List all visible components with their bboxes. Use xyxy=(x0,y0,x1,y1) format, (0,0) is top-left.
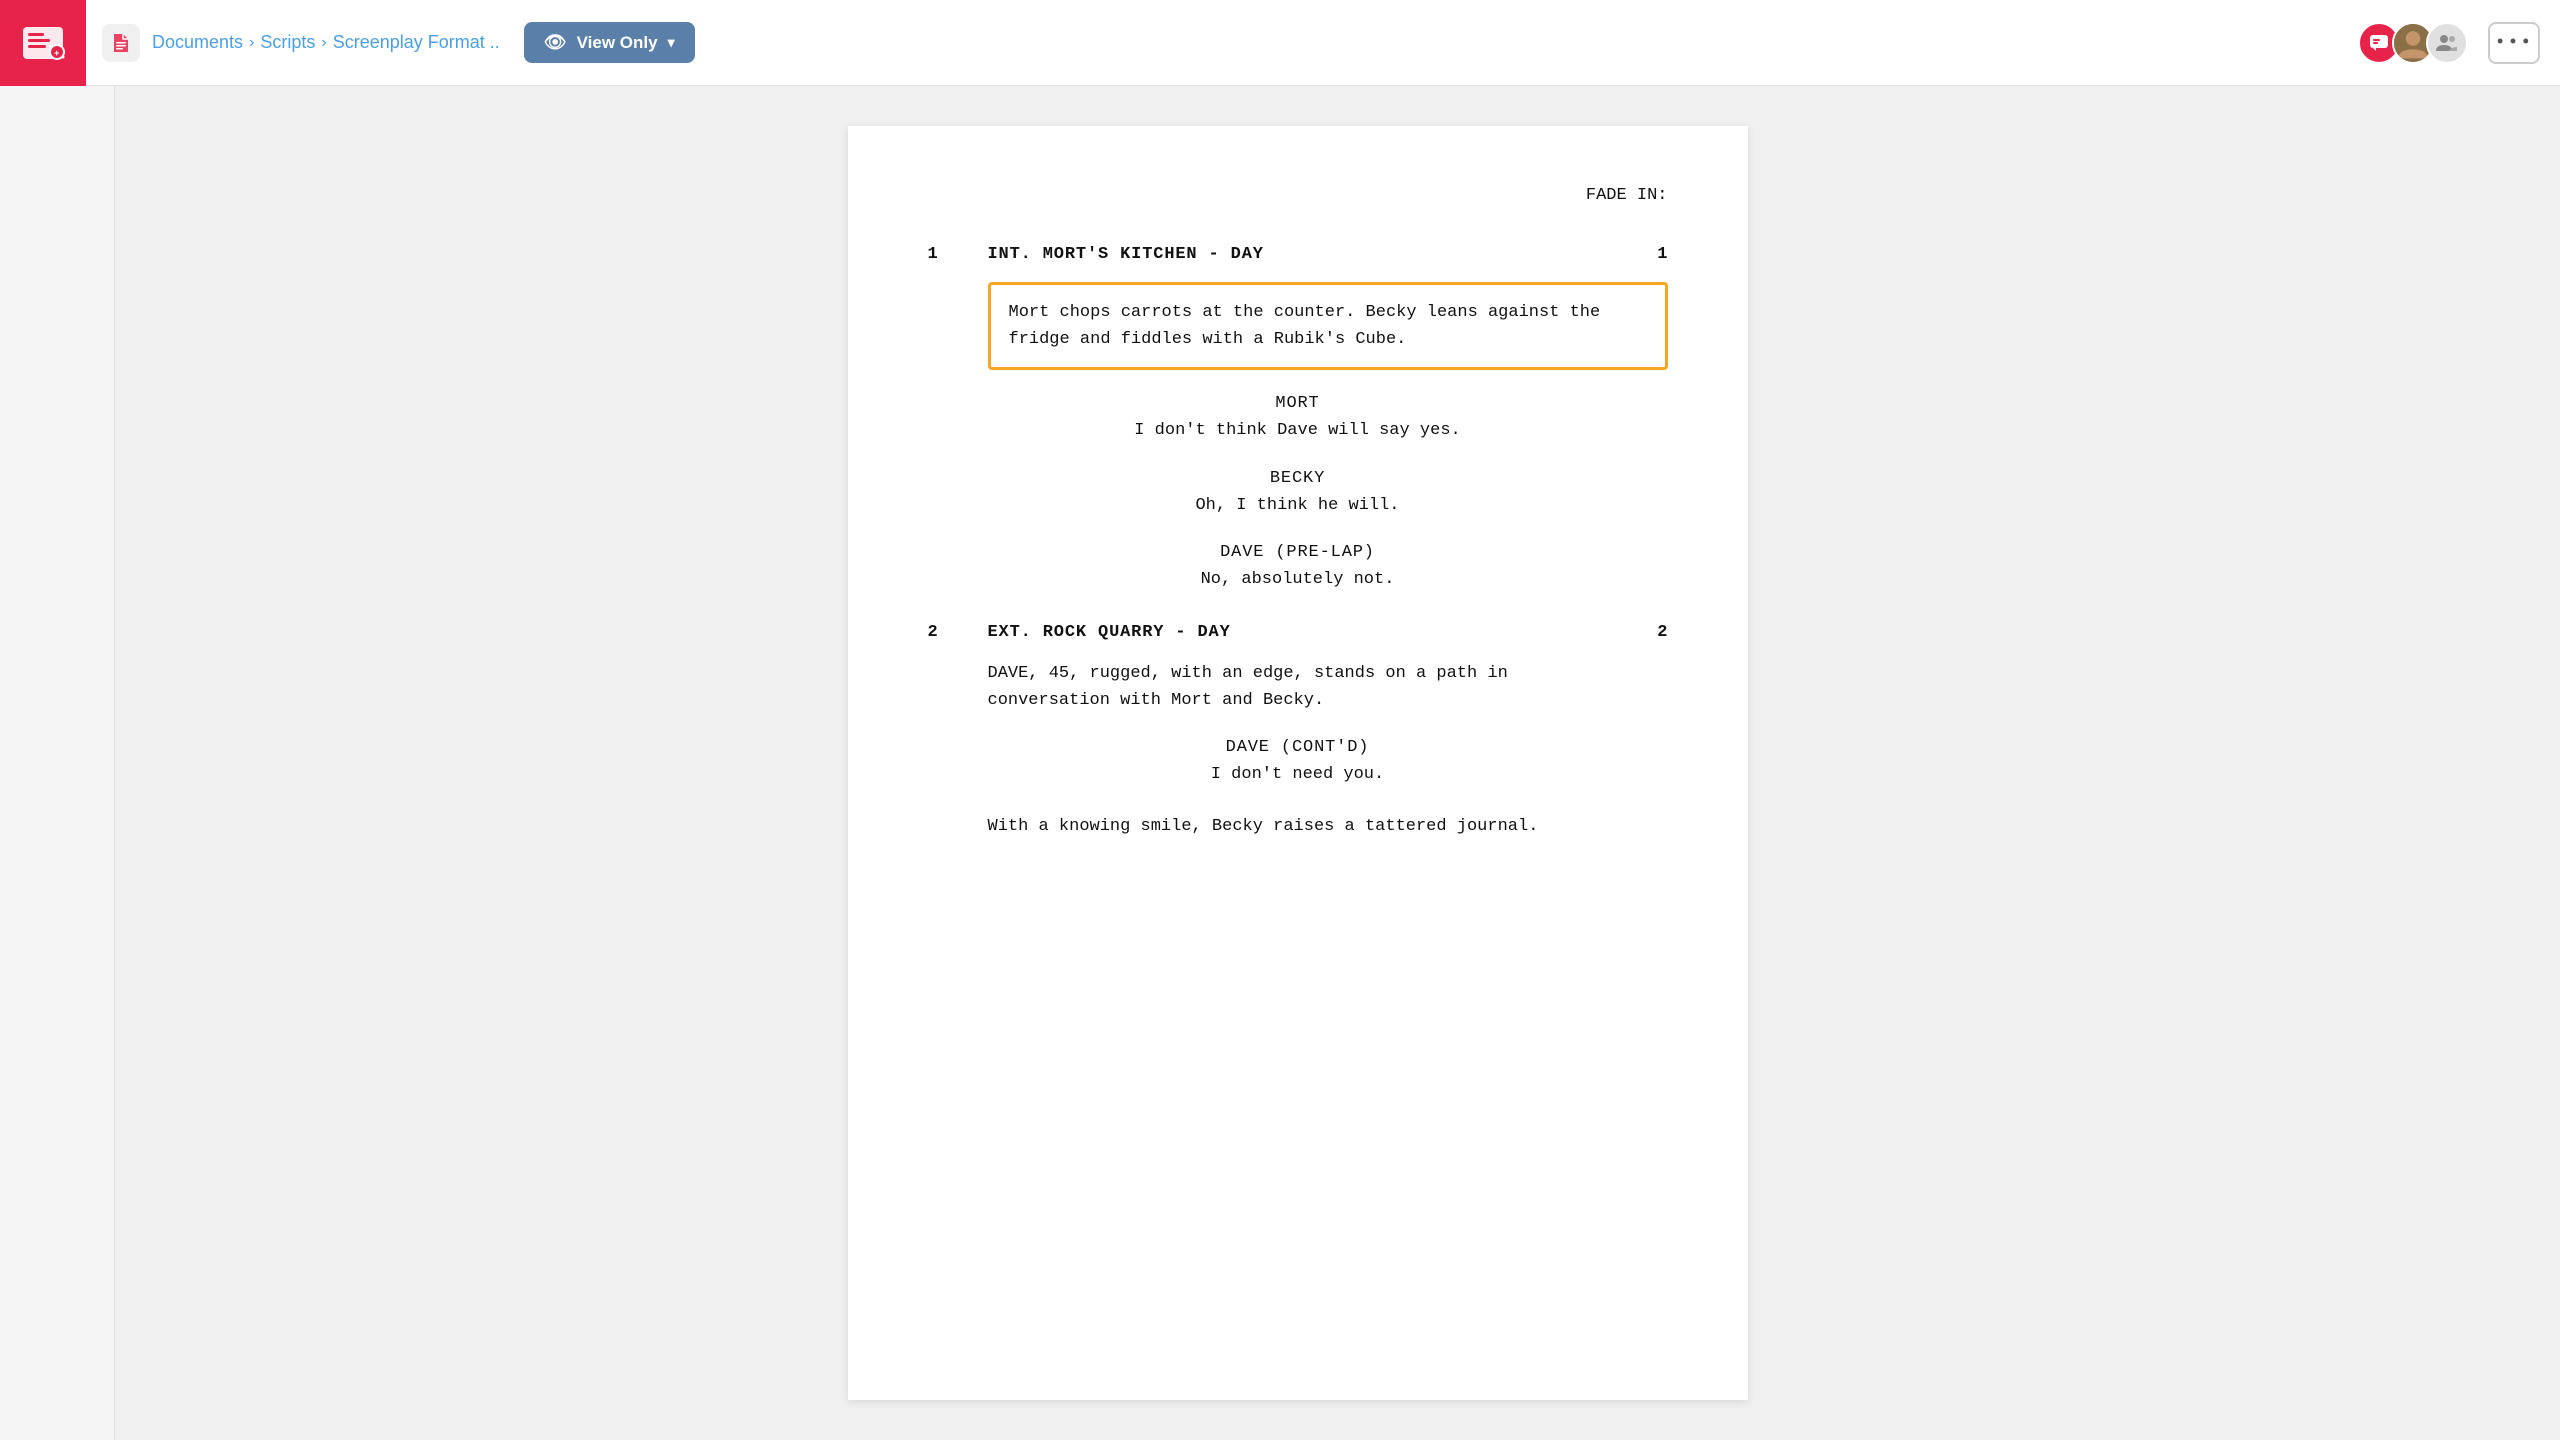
screenplay-page: FADE IN: 1 INT. MORT'S KITCHEN - DAY 1 M… xyxy=(848,126,1748,1400)
scene-2-heading-row: 2 EXT. ROCK QUARRY - DAY 2 xyxy=(928,623,1668,642)
scene-1-heading-row: 1 INT. MORT'S KITCHEN - DAY 1 xyxy=(928,245,1668,264)
scene-2-action: DAVE, 45, rugged, with an edge, stands o… xyxy=(988,660,1668,714)
breadcrumb-scripts[interactable]: Scripts xyxy=(260,32,315,53)
document-icon xyxy=(110,32,132,54)
breadcrumb: Documents › Scripts › Screenplay Format … xyxy=(152,32,500,53)
view-only-button[interactable]: 👁 View Only ▾ xyxy=(524,22,695,63)
doc-icon xyxy=(102,24,140,62)
action-highlighted-block: Mort chops carrots at the counter. Becky… xyxy=(988,282,1668,370)
breadcrumb-separator-2: › xyxy=(321,34,326,52)
character-dave-prelap: DAVE (PRE-LAP) xyxy=(928,543,1668,562)
scene-1-number-right: 1 xyxy=(1638,245,1668,264)
chat-icon xyxy=(2368,32,2390,54)
topbar-right: ••• xyxy=(2358,22,2540,64)
svg-text:+: + xyxy=(54,49,59,59)
topbar: + Documents › Scripts › Screenplay Forma… xyxy=(0,0,2560,86)
chevron-down-icon: ▾ xyxy=(668,34,675,51)
dialogue-dave-contd: I don't need you. xyxy=(928,761,1668,788)
avatar-people xyxy=(2426,22,2468,64)
scene-2-heading: EXT. ROCK QUARRY - DAY xyxy=(958,623,1638,642)
view-only-label: View Only xyxy=(577,33,658,53)
action-highlighted-text: Mort chops carrots at the counter. Becky… xyxy=(1009,299,1647,353)
scene-1-number-left: 1 xyxy=(928,245,958,264)
breadcrumb-current[interactable]: Screenplay Format .. xyxy=(333,32,500,53)
dialogue-dave-prelap: No, absolutely not. xyxy=(928,566,1668,593)
breadcrumb-separator-1: › xyxy=(249,34,254,52)
sidebar xyxy=(0,86,115,1440)
avatar-group xyxy=(2358,22,2468,64)
eye-icon: 👁 xyxy=(544,32,567,53)
right-panel xyxy=(2480,86,2560,1440)
more-button[interactable]: ••• xyxy=(2488,22,2540,64)
scene-1: 1 INT. MORT'S KITCHEN - DAY 1 Mort chops… xyxy=(928,245,1668,593)
scene-2-action2: With a knowing smile, Becky raises a tat… xyxy=(988,813,1668,840)
dialogue-becky: Oh, I think he will. xyxy=(928,492,1668,519)
character-becky: BECKY xyxy=(928,469,1668,488)
fade-in: FADE IN: xyxy=(928,186,1668,205)
scene-2-number-right: 2 xyxy=(1638,623,1668,642)
scene-1-heading: INT. MORT'S KITCHEN - DAY xyxy=(958,245,1638,264)
character-dave-contd: DAVE (CONT'D) xyxy=(928,738,1668,757)
people-icon xyxy=(2435,31,2459,55)
main-content: FADE IN: 1 INT. MORT'S KITCHEN - DAY 1 M… xyxy=(115,86,2480,1440)
app-logo: + xyxy=(0,0,86,86)
main-layout: FADE IN: 1 INT. MORT'S KITCHEN - DAY 1 M… xyxy=(0,86,2560,1440)
dialogue-mort: I don't think Dave will say yes. xyxy=(928,417,1668,444)
character-mort: MORT xyxy=(928,394,1668,413)
scene-2: 2 EXT. ROCK QUARRY - DAY 2 DAVE, 45, rug… xyxy=(928,623,1668,840)
logo-icon: + xyxy=(19,19,67,67)
breadcrumb-documents[interactable]: Documents xyxy=(152,32,243,53)
scene-2-number-left: 2 xyxy=(928,623,958,642)
